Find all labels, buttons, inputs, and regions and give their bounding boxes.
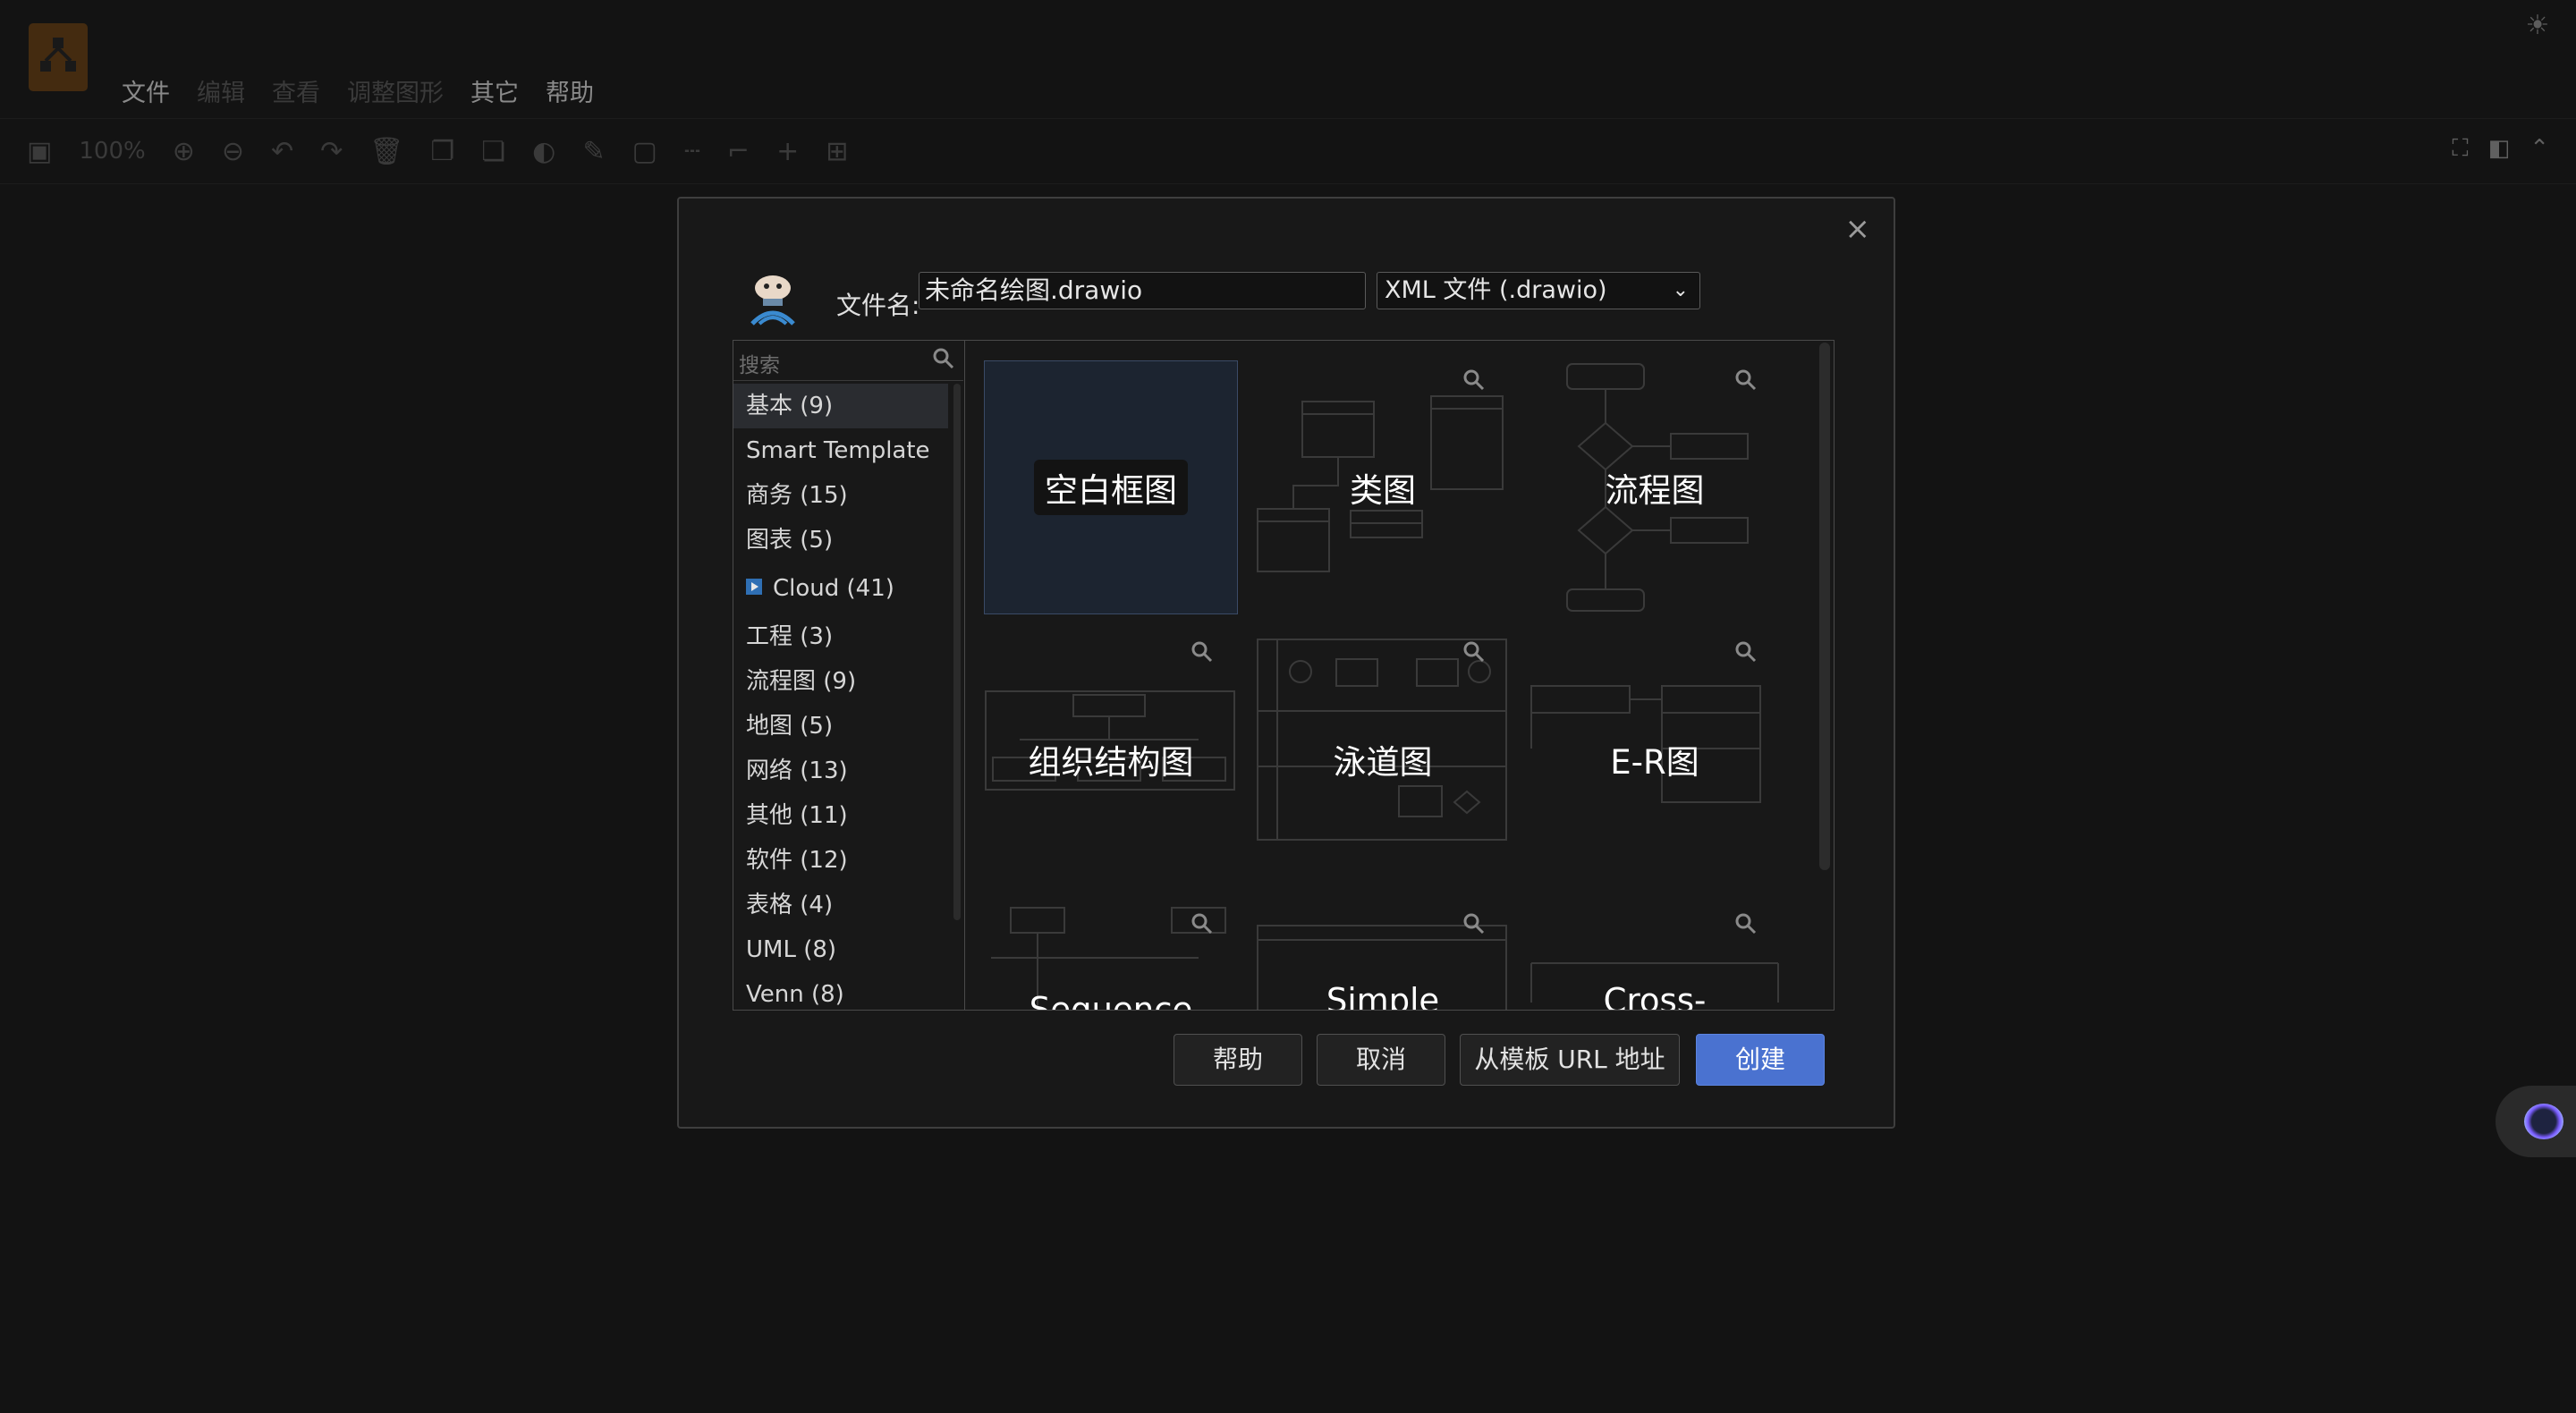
template-org-chart[interactable]: 组织结构图 — [984, 632, 1238, 886]
filename-input[interactable]: 未命名绘图.drawio — [919, 272, 1366, 309]
template-grid: 空白框图 类图 流程图 组织结构图 泳道图 E-R图 Sequence Simp… — [964, 341, 1834, 1010]
menubar: 文件 编辑 查看 调整图形 其它 帮助 — [122, 73, 594, 108]
template-flowchart[interactable]: 流程图 — [1528, 360, 1782, 614]
category-cloud-label: Cloud (41) — [773, 575, 894, 602]
category-venn[interactable]: Venn (8) — [733, 972, 948, 1010]
filetype-select[interactable]: XML 文件 (.drawio) ⌄ — [1377, 272, 1700, 309]
template-caption: 组织结构图 — [1028, 743, 1194, 782]
template-caption: Simple — [1326, 981, 1440, 1011]
toolbar-right: ⛶ ◧ ⌃ — [2452, 135, 2549, 163]
format-panel-icon[interactable]: ▣ — [27, 136, 52, 167]
from-template-url-button[interactable]: 从模板 URL 地址 — [1460, 1034, 1680, 1086]
category-uml[interactable]: UML (8) — [733, 927, 948, 972]
expand-arrow-icon[interactable] — [746, 578, 762, 595]
category-business[interactable]: 商务 (15) — [733, 473, 948, 518]
fullscreen-icon[interactable]: ⛶ — [2452, 135, 2468, 163]
waypoints-icon[interactable]: ⌐ — [727, 136, 750, 167]
help-button[interactable]: 帮助 — [1174, 1034, 1302, 1086]
template-caption: 空白框图 — [1034, 460, 1188, 515]
zoom-in-icon[interactable]: ⊕ — [173, 136, 195, 167]
template-swimlane[interactable]: 泳道图 — [1256, 632, 1510, 886]
zoom-out-icon[interactable]: ⊖ — [222, 136, 244, 167]
cancel-button[interactable]: 取消 — [1317, 1034, 1445, 1086]
format-toggle-icon[interactable]: ◧ — [2488, 135, 2511, 163]
zoom-preview-icon[interactable] — [1733, 911, 1758, 936]
template-caption: Cross- — [1603, 981, 1707, 1011]
zoom-preview-icon[interactable] — [1462, 911, 1487, 936]
assistant-avatar-icon — [2524, 1104, 2563, 1139]
to-back-icon[interactable]: ❏ — [481, 136, 505, 167]
to-front-icon[interactable]: ❐ — [430, 136, 454, 167]
chevron-down-icon: ⌄ — [1672, 279, 1689, 301]
category-software[interactable]: 软件 (12) — [733, 838, 948, 883]
filename-row: 文件名: 未命名绘图.drawio XML 文件 (.drawio) ⌄ — [747, 272, 1775, 329]
template-scrollbar[interactable] — [1819, 343, 1830, 870]
close-icon[interactable]: × — [1845, 211, 1871, 247]
connection-icon[interactable]: ┄ — [684, 136, 700, 167]
menu-arrange[interactable]: 调整图形 — [347, 73, 444, 108]
collapse-icon[interactable]: ⌃ — [2529, 135, 2549, 163]
template-panel: 搜索 基本 (9) Smart Template 商务 (15) 图表 (5) … — [733, 340, 1835, 1011]
category-cloud[interactable]: Cloud (41) — [733, 563, 948, 614]
filename-label: 文件名: — [836, 291, 920, 320]
menu-file[interactable]: 文件 — [122, 73, 170, 108]
zoom-preview-icon[interactable] — [1190, 911, 1215, 936]
mascot-icon — [750, 275, 795, 326]
zoom-preview-icon[interactable] — [1733, 639, 1758, 664]
category-charts[interactable]: 图表 (5) — [733, 518, 948, 563]
template-caption: E-R图 — [1610, 743, 1699, 782]
toolbar: ▣ 100% ⊕ ⊖ ↶ ↷ 🗑 ❐ ❏ ◐ ✎ ▢ ┄ ⌐ + ⊞ ⛶ ◧ ⌃ — [0, 118, 2576, 184]
search-icon[interactable] — [931, 346, 956, 371]
template-caption: 类图 — [1350, 471, 1416, 510]
redo-icon[interactable]: ↷ — [320, 136, 343, 167]
menu-view[interactable]: 查看 — [272, 73, 320, 108]
template-caption: 泳道图 — [1333, 743, 1433, 782]
category-sidebar: 搜索 基本 (9) Smart Template 商务 (15) 图表 (5) … — [733, 341, 965, 1010]
template-sequence[interactable]: Sequence — [984, 904, 1238, 1010]
zoom-preview-icon[interactable] — [1462, 368, 1487, 393]
template-caption: 流程图 — [1605, 471, 1705, 510]
menu-extras[interactable]: 其它 — [470, 73, 519, 108]
template-er-diagram[interactable]: E-R图 — [1528, 632, 1782, 886]
zoom-preview-icon[interactable] — [1733, 368, 1758, 393]
template-blank[interactable]: 空白框图 — [984, 360, 1238, 614]
ai-assistant-button[interactable] — [2496, 1086, 2576, 1157]
category-tables[interactable]: 表格 (4) — [733, 883, 948, 927]
search-box[interactable]: 搜索 — [733, 341, 963, 381]
drawio-logo-icon — [40, 38, 76, 72]
search-input[interactable]: 搜索 — [739, 348, 780, 378]
category-network[interactable]: 网络 (13) — [733, 749, 948, 793]
template-caption: Sequence — [1029, 990, 1193, 1011]
category-flowchart[interactable]: 流程图 (9) — [733, 659, 948, 704]
template-simple[interactable]: Simple — [1256, 904, 1510, 1010]
delete-icon[interactable]: 🗑 — [369, 136, 403, 167]
category-maps[interactable]: 地图 (5) — [733, 704, 948, 749]
sidebar-scrollbar[interactable] — [953, 384, 961, 920]
shadow-icon[interactable]: ▢ — [632, 136, 657, 167]
zoom-preview-icon[interactable] — [1462, 639, 1487, 664]
zoom-preview-icon[interactable] — [1190, 639, 1215, 664]
template-cross-functional[interactable]: Cross- — [1528, 904, 1782, 1010]
undo-icon[interactable]: ↶ — [271, 136, 293, 167]
theme-toggle-icon[interactable]: ☀ — [2522, 11, 2553, 41]
category-other[interactable]: 其他 (11) — [733, 793, 948, 838]
new-diagram-dialog: × 文件名: 未命名绘图.drawio XML 文件 (.drawio) ⌄ 搜… — [677, 197, 1895, 1129]
category-engineering[interactable]: 工程 (3) — [733, 614, 948, 659]
create-button[interactable]: 创建 — [1696, 1034, 1825, 1086]
category-smart-template[interactable]: Smart Template — [733, 428, 948, 473]
filetype-value: XML 文件 (.drawio) — [1385, 276, 1607, 304]
app-logo — [29, 23, 88, 91]
zoom-level[interactable]: 100% — [79, 138, 145, 165]
line-color-icon[interactable]: ✎ — [582, 136, 605, 167]
menu-help[interactable]: 帮助 — [546, 73, 594, 108]
fill-color-icon[interactable]: ◐ — [532, 136, 555, 167]
table-icon[interactable]: ⊞ — [826, 136, 848, 167]
menu-edit[interactable]: 编辑 — [197, 73, 245, 108]
insert-icon[interactable]: + — [776, 136, 799, 167]
template-class-diagram[interactable]: 类图 — [1256, 360, 1510, 614]
category-basic[interactable]: 基本 (9) — [733, 384, 948, 428]
category-list: 基本 (9) Smart Template 商务 (15) 图表 (5) Clo… — [733, 384, 948, 1010]
